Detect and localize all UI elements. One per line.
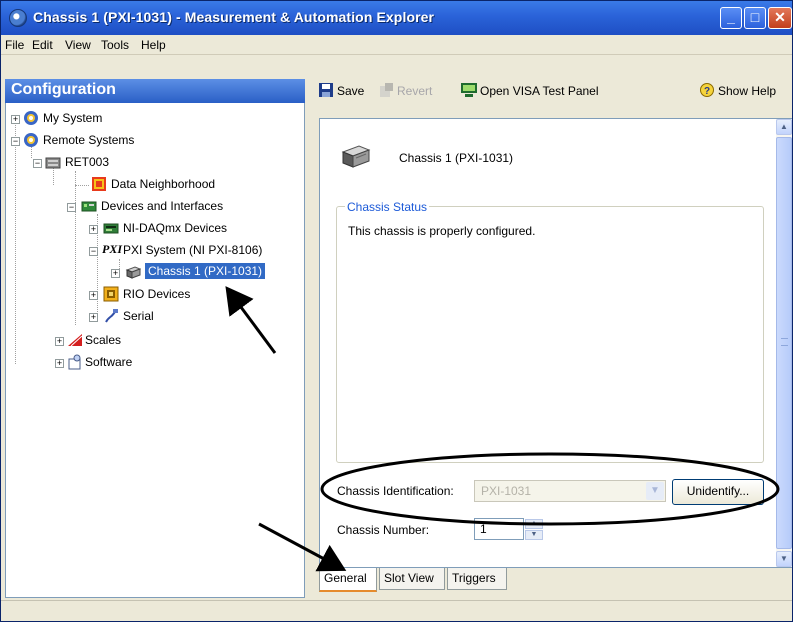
status-bar [1, 600, 792, 621]
data-neighborhood-icon [92, 177, 106, 191]
menu-edit[interactable]: Edit [32, 38, 53, 52]
collapse-icon[interactable]: − [33, 159, 42, 168]
tree-item-label: Devices and Interfaces [101, 199, 224, 213]
tree-item-label: Chassis 1 (PXI-1031) [145, 263, 266, 279]
show-help-button[interactable]: ? Show Help [699, 83, 776, 98]
tree-item-label: Scales [85, 333, 122, 347]
tab-general[interactable]: General [319, 568, 377, 592]
help-label: Show Help [718, 84, 777, 98]
expand-icon[interactable]: + [89, 291, 98, 300]
menu-file[interactable]: File [5, 38, 24, 52]
expand-icon[interactable]: + [55, 359, 64, 368]
tree-item-label: Software [85, 355, 133, 369]
menu-bar: File Edit View Tools Help [1, 35, 792, 55]
chassis-identification-select[interactable]: PXI-1031 ▼ [474, 480, 666, 502]
rio-icon [103, 286, 119, 302]
unidentify-button[interactable]: Unidentify... [672, 479, 764, 505]
tree-item-label: NI-DAQmx Devices [123, 221, 228, 235]
remote-systems-icon [24, 133, 38, 147]
expand-icon[interactable]: + [89, 225, 98, 234]
software-icon [68, 354, 81, 370]
panel-splitter[interactable] [305, 79, 311, 598]
tab-triggers[interactable]: Triggers [447, 568, 507, 590]
tree-item-label: My System [43, 111, 103, 125]
stepper-down-icon[interactable]: ▼ [525, 530, 543, 540]
app-icon [9, 9, 27, 27]
collapse-icon[interactable]: − [11, 137, 20, 146]
help-icon: ? [700, 83, 714, 97]
close-button[interactable]: ✕ [768, 7, 792, 29]
collapse-icon[interactable]: − [89, 247, 98, 256]
expand-icon[interactable]: + [89, 313, 98, 322]
save-button[interactable]: Save [318, 83, 364, 98]
tree-item-label: Serial [123, 309, 154, 323]
chassis-icon [125, 266, 141, 279]
collapse-icon[interactable]: − [67, 203, 76, 212]
tree-guide [15, 118, 16, 364]
visa-panel-icon [461, 83, 477, 97]
chassis-identification-label: Chassis Identification: [337, 484, 454, 498]
my-system-icon [24, 111, 38, 125]
minimize-button[interactable]: _ [720, 7, 742, 29]
visa-label: Open VISA Test Panel [480, 84, 599, 98]
chevron-down-icon[interactable]: ▼ [646, 482, 664, 500]
stepper-up-icon[interactable]: ▲ [525, 519, 543, 529]
tree-item-label: RIO Devices [123, 287, 191, 301]
tab-slot-view[interactable]: Slot View [379, 568, 445, 590]
tree-guide [75, 171, 76, 325]
chassis-status-legend: Chassis Status [345, 200, 430, 214]
pxi-icon: PXI [102, 242, 123, 256]
scroll-down-icon[interactable]: ▼ [776, 551, 792, 567]
tree-item-label: PXI System (NI PXI-8106) [123, 243, 263, 257]
scales-icon [68, 334, 83, 347]
menu-help[interactable]: Help [141, 38, 166, 52]
window-title: Chassis 1 (PXI-1031) - Measurement & Aut… [33, 9, 435, 25]
chassis-number-value: 1 [480, 522, 487, 536]
chassis-identification-value: PXI-1031 [481, 484, 532, 498]
chassis-large-icon [341, 145, 371, 168]
chassis-number-label: Chassis Number: [337, 523, 430, 537]
save-icon [319, 83, 333, 97]
grip-icon [781, 338, 788, 346]
chassis-status-text: This chassis is properly configured. [348, 224, 536, 238]
vertical-scrollbar[interactable]: ▲ ▼ [776, 119, 792, 567]
chassis-name: Chassis 1 (PXI-1031) [399, 151, 514, 165]
revert-label: Revert [397, 84, 433, 98]
devices-interfaces-icon [81, 201, 97, 212]
toolbar: Save Revert Open VISA Test Panel ? Show … [311, 79, 792, 103]
tree-guide [75, 185, 89, 186]
chassis-number-stepper[interactable]: ▲ ▼ [525, 519, 543, 540]
daqmx-icon [103, 223, 119, 234]
computer-icon [45, 157, 61, 169]
main-window: Chassis 1 (PXI-1031) - Measurement & Aut… [0, 0, 793, 622]
tree-item-label: Remote Systems [43, 133, 135, 147]
configuration-header: Configuration [5, 79, 305, 103]
revert-icon [380, 83, 393, 97]
serial-icon [105, 309, 118, 323]
chassis-status-group [336, 206, 764, 463]
open-visa-test-panel-button[interactable]: Open VISA Test Panel [461, 83, 599, 98]
svg-text:?: ? [704, 86, 710, 97]
title-bar[interactable]: Chassis 1 (PXI-1031) - Measurement & Aut… [1, 1, 792, 35]
expand-icon[interactable]: + [55, 337, 64, 346]
menu-view[interactable]: View [65, 38, 91, 52]
scroll-up-icon[interactable]: ▲ [776, 119, 792, 135]
expand-icon[interactable]: + [11, 115, 20, 124]
revert-button[interactable]: Revert [378, 83, 432, 98]
maximize-button[interactable]: □ [744, 7, 766, 29]
tree-item-label: RET003 [65, 155, 110, 169]
menu-tools[interactable]: Tools [101, 38, 129, 52]
expand-icon[interactable]: + [111, 269, 120, 278]
chassis-number-input[interactable]: 1 [474, 518, 524, 540]
scroll-thumb[interactable] [776, 137, 792, 549]
tree-item-label: Data Neighborhood [111, 177, 216, 191]
save-label: Save [337, 84, 365, 98]
